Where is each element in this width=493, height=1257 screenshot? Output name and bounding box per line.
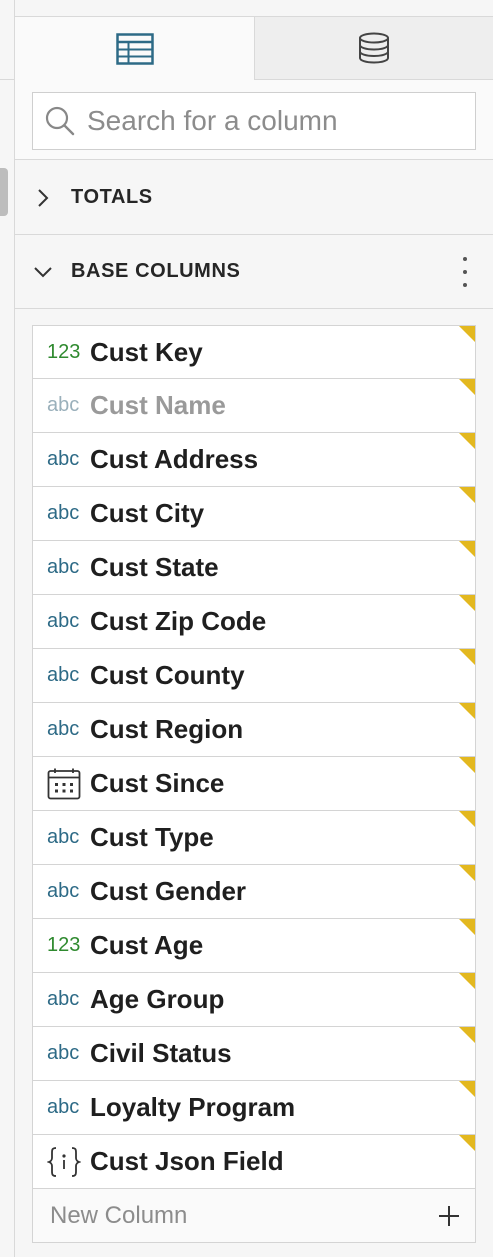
corner-flag-icon [459,757,475,773]
corner-flag-icon [459,595,475,611]
column-name: Cust Address [90,444,259,474]
database-icon [359,32,389,64]
text-type-icon: abc [47,718,80,740]
corner-flag-icon [459,1027,475,1043]
column-row[interactable]: abc Age Group [32,973,476,1027]
column-row[interactable]: abc Cust State [32,541,476,595]
column-name: Cust Region [90,714,244,744]
corner-flag-icon [459,1135,475,1151]
plus-icon [439,1206,459,1226]
section-totals[interactable]: TOTALS [15,161,493,235]
search-input[interactable] [87,93,467,149]
number-type-icon: 123 [47,340,81,363]
section-totals-label: TOTALS [71,186,153,208]
tab-table[interactable] [15,16,255,80]
text-type-icon: abc [47,880,80,902]
text-type-icon: abc [47,448,80,470]
corner-flag-icon [459,973,475,989]
column-row[interactable]: Cust Json Field [32,1135,476,1189]
text-type-icon: abc [47,394,80,416]
column-row[interactable]: abc Cust City [32,487,476,541]
column-row[interactable]: abc Cust Gender [32,865,476,919]
corner-flag-icon [459,541,475,557]
corner-flag-icon [459,1081,475,1097]
column-list: 123 Cust Key abc Cust Name abc Cust Address ab… [32,325,476,1243]
search-icon [33,92,87,150]
text-type-icon: abc [47,1042,80,1064]
search-box[interactable] [32,92,476,150]
column-name: Age Group [90,984,225,1014]
number-type-icon: 123 [47,934,81,956]
column-name: Civil Status [90,1038,232,1068]
text-type-icon: abc [47,826,80,848]
column-panel: TOTALS BASE COLUMNS 123 Cust Key abc Cust N… [15,0,493,1257]
text-type-icon: abc [47,664,80,686]
json-icon [47,1146,90,1178]
text-type-icon: abc [47,502,80,524]
table-icon [115,32,154,65]
column-name: Cust Since [90,768,225,798]
text-type-icon: abc [47,988,80,1010]
section-base-columns-label: BASE COLUMNS [71,260,241,282]
text-type-icon: abc [47,556,80,578]
panel-tabs [15,16,493,80]
column-row[interactable]: Cust Since [32,757,476,811]
column-row[interactable]: abc Civil Status [32,1027,476,1081]
corner-flag-icon [459,433,475,449]
column-row[interactable]: abc Cust County [32,649,476,703]
column-row[interactable]: abc Loyalty Program [32,1081,476,1135]
corner-flag-icon [459,487,475,503]
column-name: Cust Key [90,336,203,367]
left-panel-edge [0,0,15,1257]
column-name: Loyalty Program [90,1092,296,1122]
resize-handle[interactable] [0,168,8,216]
column-name: Cust Json Field [90,1146,284,1176]
tab-database[interactable] [255,16,493,80]
column-name: Cust Zip Code [90,606,267,636]
column-name: Cust City [90,498,205,528]
corner-flag-icon [459,649,475,665]
new-column-label: New Column [50,1201,188,1229]
corner-flag-icon [459,919,475,935]
column-row[interactable]: abc Cust Name [32,379,476,433]
text-type-icon: abc [47,1096,80,1118]
corner-flag-icon [459,379,475,395]
column-row[interactable]: 123 Cust Age [32,919,476,973]
column-row[interactable]: 123 Cust Key [32,325,476,379]
corner-flag-icon [459,703,475,719]
chevron-right-icon [15,188,71,208]
column-row[interactable]: abc Cust Region [32,703,476,757]
calendar-icon [47,768,90,800]
new-column-button[interactable]: New Column [32,1189,476,1243]
chevron-down-icon [15,265,71,279]
divider [0,79,14,80]
column-row[interactable]: abc Cust Address [32,433,476,487]
column-name: Cust Age [90,930,204,960]
column-name: Cust Name [90,390,226,420]
column-row[interactable]: abc Cust Type [32,811,476,865]
column-name: Cust Type [90,822,214,852]
column-name: Cust State [90,552,219,582]
section-base-columns[interactable]: BASE COLUMNS [15,235,493,309]
text-type-icon: abc [47,610,80,632]
column-name: Cust Gender [90,876,247,906]
more-options-icon[interactable] [461,257,469,287]
column-name: Cust County [90,660,245,690]
corner-flag-icon [459,865,475,881]
corner-flag-icon [459,811,475,827]
search-area [15,80,493,160]
corner-flag-icon [459,326,475,342]
column-row[interactable]: abc Cust Zip Code [32,595,476,649]
